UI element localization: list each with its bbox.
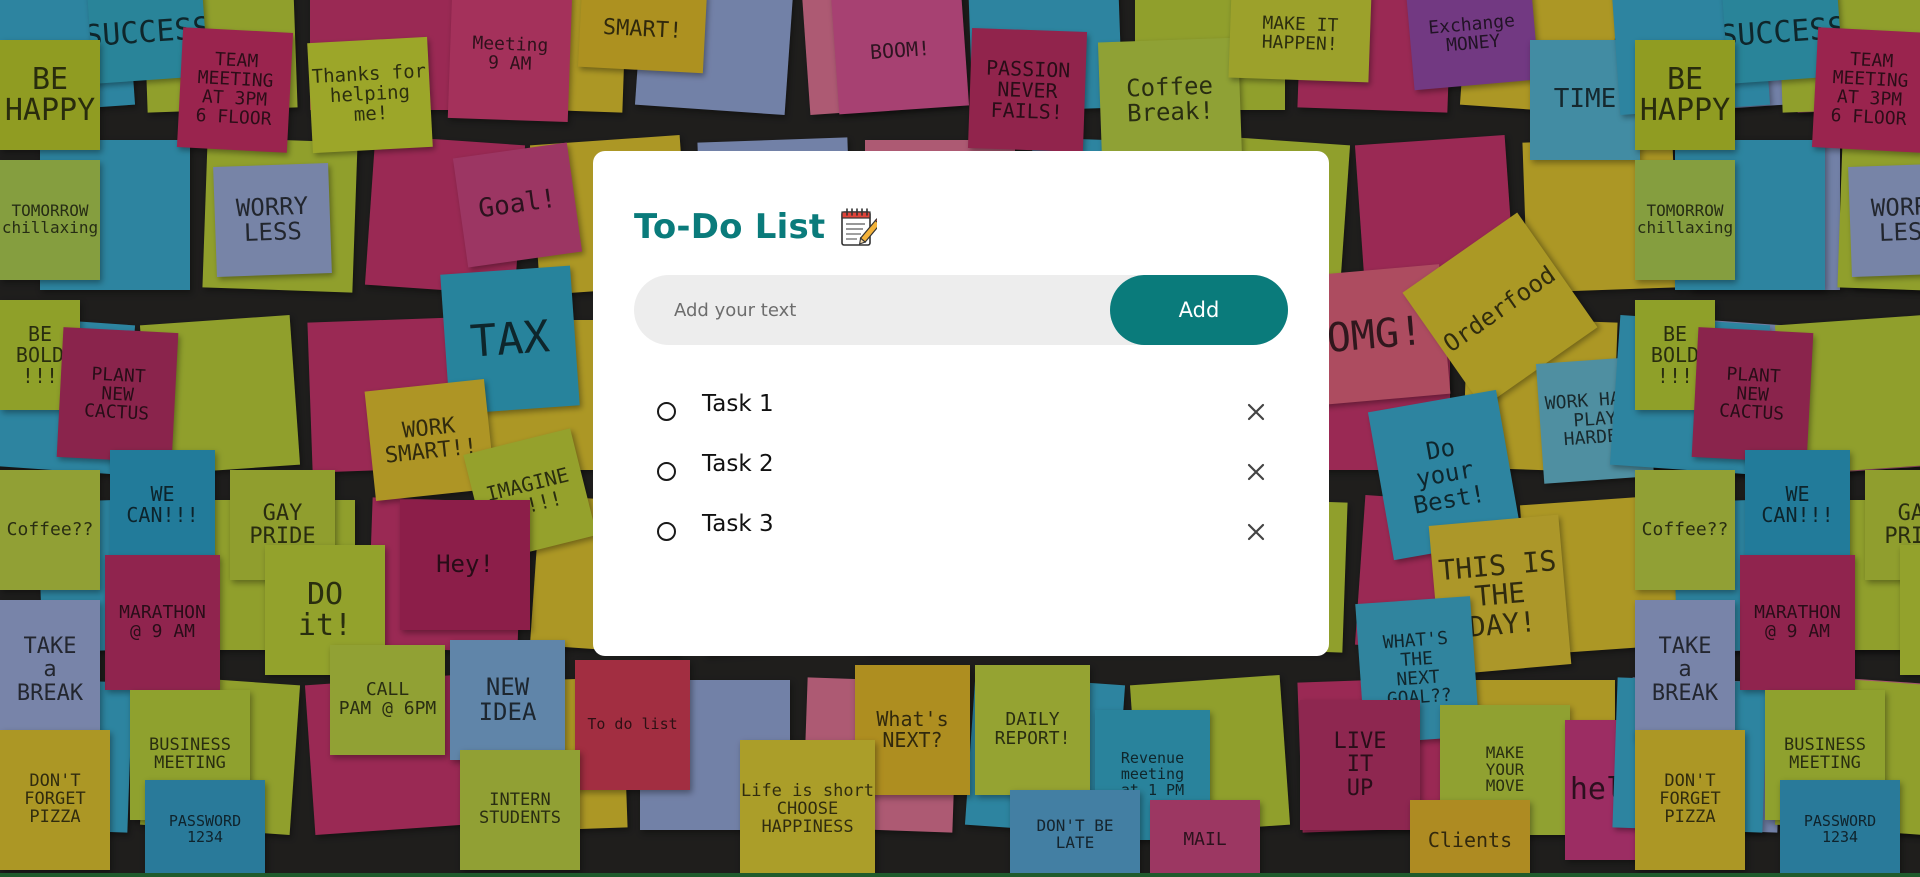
notepad-icon	[839, 206, 883, 248]
task-text: Task 3	[702, 511, 774, 537]
close-icon[interactable]	[1245, 401, 1267, 423]
close-icon[interactable]	[1245, 461, 1267, 483]
task-list: Task 1 Task 2 Task 3	[634, 379, 1288, 559]
task-input[interactable]	[634, 275, 1114, 345]
bottom-edge-bar	[0, 873, 1920, 877]
close-icon[interactable]	[1245, 521, 1267, 543]
task-text: Task 2	[702, 451, 774, 477]
page-title: To-Do List	[634, 207, 826, 247]
task-text: Task 1	[702, 391, 774, 417]
page: SUCCESS BE HAPPY TEAM MEETING AT 3PM 6 FLO…	[0, 0, 1920, 877]
title-row: To-Do List	[634, 199, 1288, 255]
task-item[interactable]: Task 2	[634, 439, 1288, 499]
task-checkbox[interactable]	[657, 462, 676, 481]
add-button[interactable]: Add	[1110, 275, 1288, 345]
add-task-row: Add	[634, 275, 1288, 345]
task-checkbox[interactable]	[657, 402, 676, 421]
todo-card: To-Do List Add your text Add Task 1 Task…	[593, 151, 1329, 656]
task-item[interactable]: Task 1	[634, 379, 1288, 439]
task-item[interactable]: Task 3	[634, 499, 1288, 559]
task-checkbox[interactable]	[657, 522, 676, 541]
